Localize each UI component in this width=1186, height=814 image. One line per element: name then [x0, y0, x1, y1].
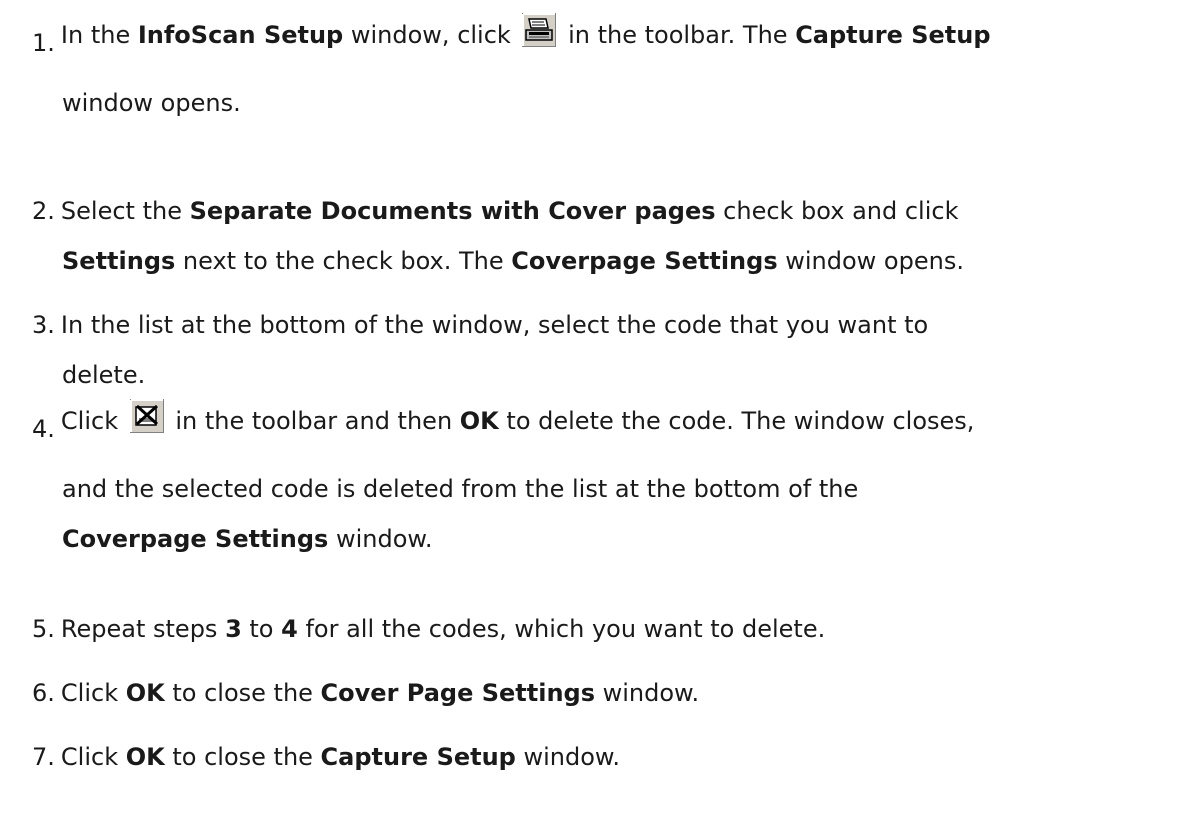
capture-setup-icon: [522, 13, 557, 47]
ui-term: Cover Page Settings: [320, 679, 595, 707]
step-1-line-1: 1. In the InfoScan Setup window, click in…: [32, 10, 1172, 60]
step-1-line-2: window opens.: [62, 89, 241, 117]
ui-term: OK: [125, 679, 165, 707]
delete-code-icon: [129, 399, 164, 433]
ui-term: OK: [125, 743, 165, 771]
step-number: 3.: [32, 311, 55, 339]
ui-term: OK: [459, 407, 499, 435]
ui-term: Coverpage Settings: [62, 525, 329, 553]
step-4: 4. Click in the toolbar and then OK to de…: [32, 396, 1172, 564]
step-7-line-1: 7. Click OK to close the Capture Setup wi…: [32, 732, 1172, 782]
step-number: 6.: [32, 679, 55, 707]
step-2-line-2: Settings next to the check box. The Cove…: [62, 247, 964, 275]
step-5: 5. Repeat steps 3 to 4 for all the codes,…: [32, 604, 1172, 654]
step-number: 1.: [32, 29, 55, 57]
ui-term: Capture Setup: [795, 21, 991, 49]
step-6-line-1: 6. Click OK to close the Cover Page Setti…: [32, 668, 1172, 718]
ui-term: Settings: [62, 247, 176, 275]
step-3-line-1: 3. In the list at the bottom of the windo…: [32, 300, 1172, 350]
step-6: 6. Click OK to close the Cover Page Setti…: [32, 668, 1172, 718]
ui-term: Separate Documents with Cover pages: [189, 197, 716, 225]
step-4-line-2: and the selected code is deleted from th…: [62, 475, 859, 503]
step-number: 7.: [32, 743, 55, 771]
ui-term: InfoScan Setup: [137, 21, 344, 49]
step-number: 5.: [32, 615, 55, 643]
step-4-line-1: 4. Click in the toolbar and then OK to de…: [32, 396, 1172, 446]
ui-term: 4: [281, 615, 298, 643]
step-1: 1. In the InfoScan Setup window, click in…: [32, 10, 1172, 128]
step-2: 2. Select the Separate Documents with Cov…: [32, 186, 1172, 286]
step-2-line-1: 2. Select the Separate Documents with Cov…: [32, 186, 1172, 236]
step-number: 4.: [32, 415, 55, 443]
step-7: 7. Click OK to close the Capture Setup wi…: [32, 732, 1172, 782]
step-3: 3. In the list at the bottom of the windo…: [32, 300, 1172, 400]
step-5-line-1: 5. Repeat steps 3 to 4 for all the codes,…: [32, 604, 1172, 654]
ui-term: Capture Setup: [320, 743, 516, 771]
ui-term: 3: [225, 615, 242, 643]
ui-term: Coverpage Settings: [511, 247, 778, 275]
step-4-line-3: Coverpage Settings window.: [62, 525, 433, 553]
step-3-line-2: delete.: [62, 361, 146, 389]
step-number: 2.: [32, 197, 55, 225]
